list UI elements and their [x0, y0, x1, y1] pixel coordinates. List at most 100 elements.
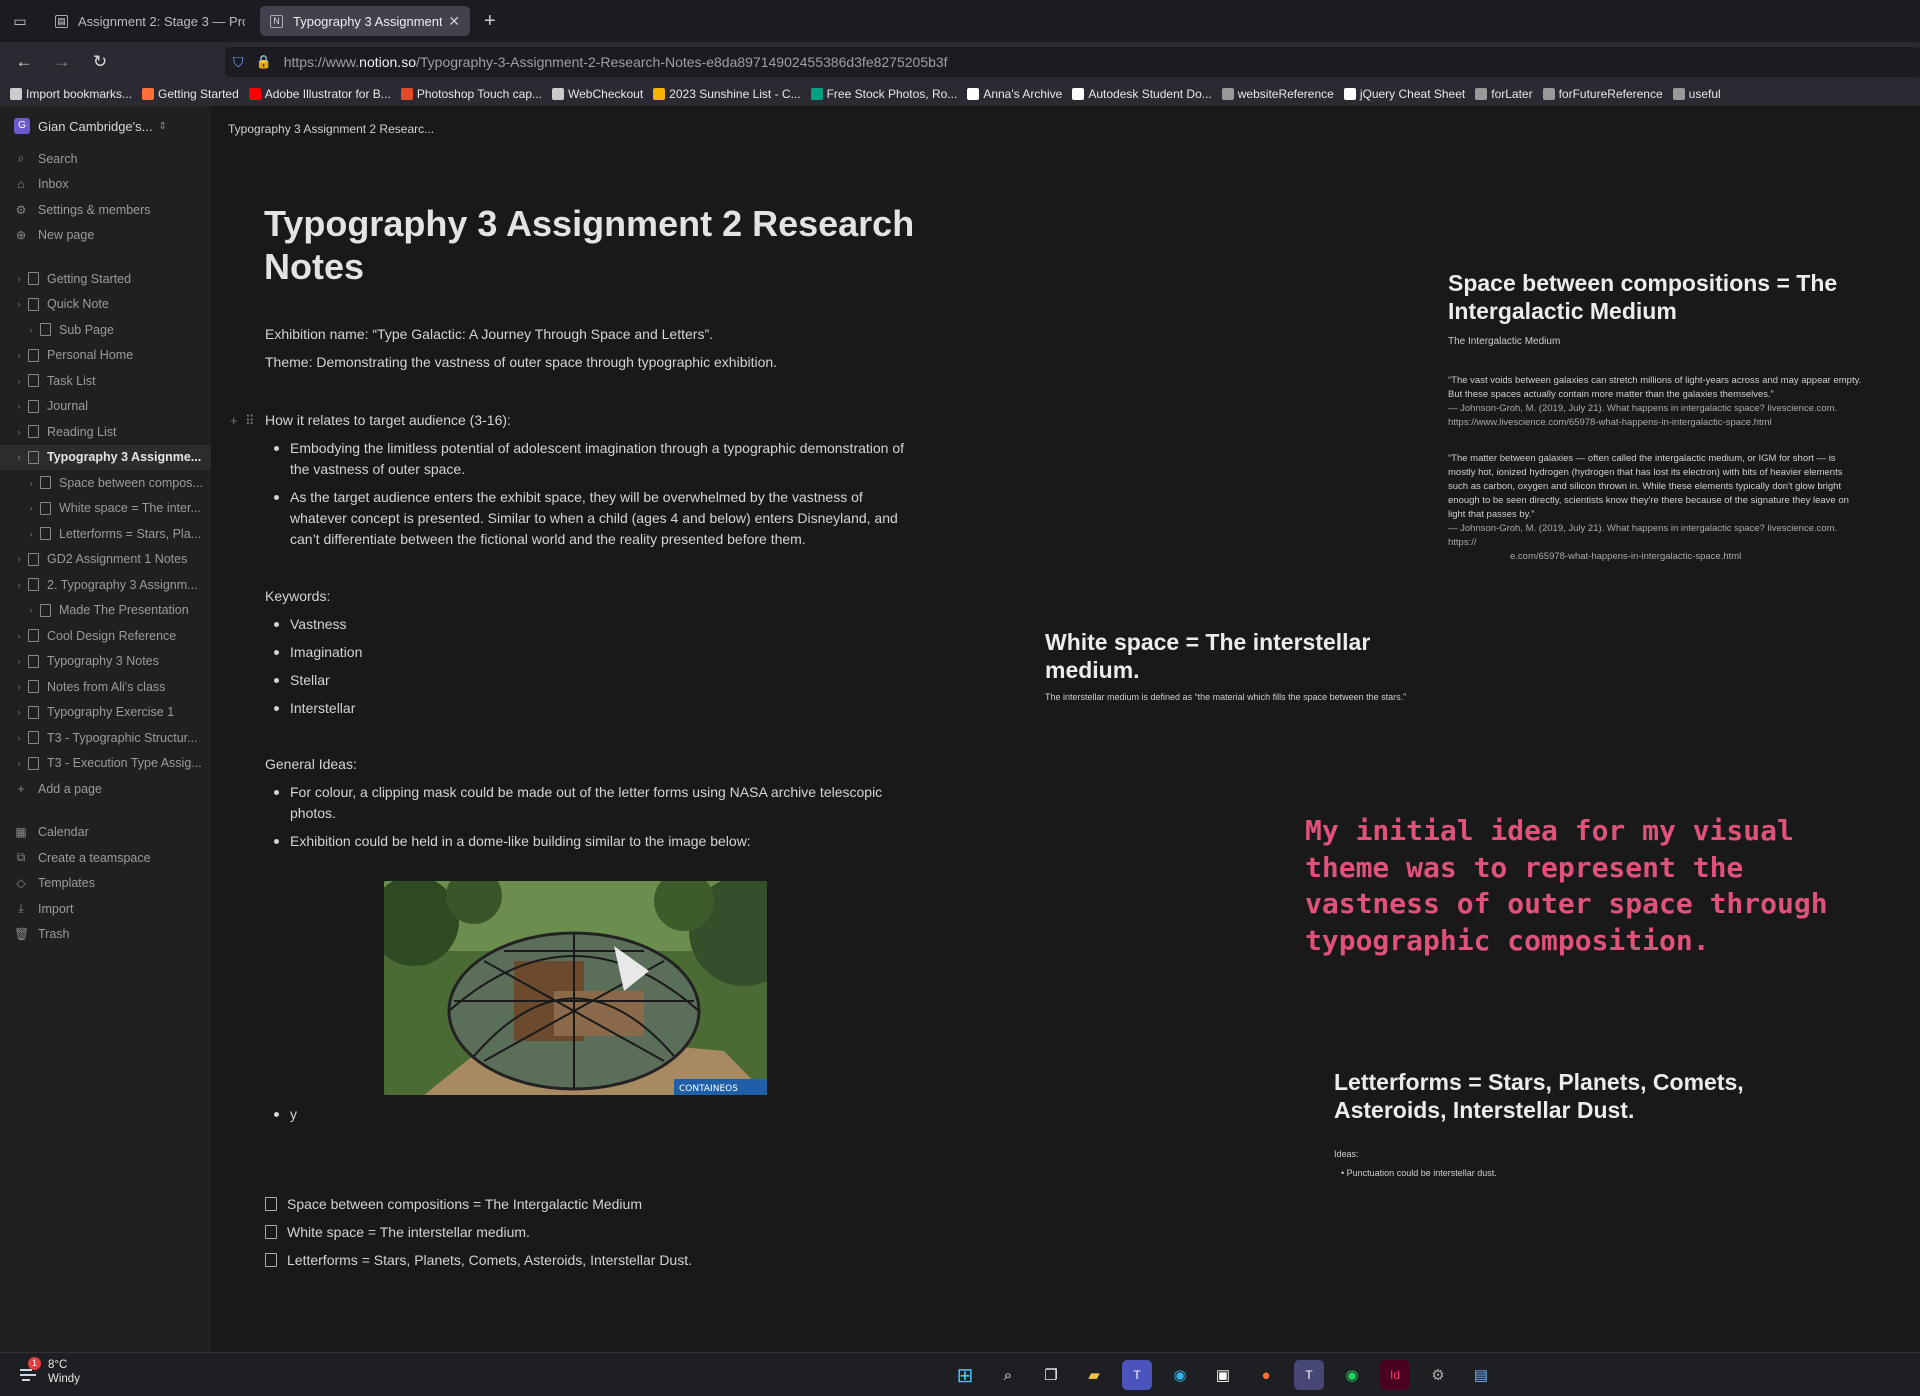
- bookmark-item[interactable]: Import bookmarks...: [10, 87, 132, 101]
- exhibition-name[interactable]: Exhibition name: “Type Galactic: A Journ…: [265, 324, 905, 345]
- sidebar-item-inbox[interactable]: ⌂ Inbox: [0, 172, 211, 198]
- sidebar-page-item[interactable]: › Journal: [0, 394, 211, 420]
- sidebar-item-settings-members[interactable]: ⚙ Settings & members: [0, 197, 211, 223]
- chevron-right-icon[interactable]: ›: [14, 350, 24, 360]
- chevron-right-icon[interactable]: ›: [14, 707, 24, 717]
- bookmark-item[interactable]: useful: [1672, 87, 1721, 101]
- sidebar-page-item[interactable]: › GD2 Assignment 1 Notes: [0, 547, 211, 573]
- list-item[interactable]: For colour, a clipping mask could be mad…: [265, 782, 905, 824]
- sidebar-item-calendar[interactable]: ▦ Calendar: [0, 820, 211, 846]
- chevron-right-icon[interactable]: ›: [14, 274, 24, 284]
- drag-handle-icon[interactable]: ⠿: [245, 410, 255, 431]
- notepad-icon[interactable]: ▤: [1466, 1360, 1496, 1390]
- edge-icon[interactable]: ◉: [1165, 1360, 1195, 1390]
- chevron-right-icon[interactable]: ›: [14, 682, 24, 692]
- sidebar-page-item[interactable]: › Getting Started: [0, 266, 211, 292]
- list-item[interactable]: Embodying the limitless potential of ado…: [265, 438, 905, 480]
- intergalactic-quote-1[interactable]: “The vast voids between galaxies can str…: [1448, 374, 1862, 430]
- list-item[interactable]: As the target audience enters the exhibi…: [265, 487, 905, 550]
- store-icon[interactable]: ▣: [1208, 1360, 1238, 1390]
- sidebar-page-item[interactable]: › Typography 3 Notes: [0, 649, 211, 675]
- bookmark-item[interactable]: WebCheckout: [552, 87, 643, 101]
- spotify-icon[interactable]: ◉: [1337, 1360, 1367, 1390]
- chevron-right-icon[interactable]: ›: [14, 733, 24, 743]
- close-tab-icon[interactable]: ✕: [448, 13, 460, 30]
- chevron-right-icon[interactable]: ›: [14, 758, 24, 768]
- bookmark-item[interactable]: Anna's Archive: [967, 87, 1062, 101]
- sidebar-page-item[interactable]: › Reading List: [0, 419, 211, 445]
- task-view-icon[interactable]: ❐: [1036, 1360, 1066, 1390]
- sidebar-page-item[interactable]: › T3 - Execution Type Assig...: [0, 751, 211, 777]
- list-item[interactable]: y: [265, 1104, 905, 1125]
- subpage-link[interactable]: Space between compositions = The Interga…: [265, 1190, 905, 1218]
- sidebar-page-item[interactable]: › 2. Typography 3 Assignm...: [0, 572, 211, 598]
- ideas-block[interactable]: General Ideas: For colour, a clipping ma…: [265, 754, 905, 859]
- sidebar-page-item[interactable]: › Typography Exercise 1: [0, 700, 211, 726]
- sidebar-item-templates[interactable]: ◇ Templates: [0, 871, 211, 897]
- chevron-right-icon[interactable]: ›: [14, 299, 24, 309]
- weather-widget[interactable]: 1 8°C Windy: [18, 1357, 80, 1386]
- list-item[interactable]: Interstellar: [265, 698, 905, 719]
- add-block-icon[interactable]: +: [230, 410, 238, 431]
- audience-block[interactable]: + ⠿ How it relates to target audience (3…: [230, 410, 905, 557]
- quote-citation-link[interactable]: e.com/65978-what-happens-in-intergalacti…: [1448, 550, 1862, 564]
- breadcrumb[interactable]: Typography 3 Assignment 2 Researc...: [228, 122, 434, 136]
- chevron-right-icon[interactable]: ›: [14, 656, 24, 666]
- chevron-right-icon[interactable]: ›: [14, 554, 24, 564]
- url-field[interactable]: ⛉ 🔒 https://www. notion.so/Typography-3-A…: [225, 47, 1920, 77]
- chevron-right-icon[interactable]: ›: [26, 503, 36, 513]
- chevron-right-icon[interactable]: ›: [26, 325, 36, 335]
- chevron-right-icon[interactable]: ›: [26, 529, 36, 539]
- letterforms-ideas-label[interactable]: Ideas:: [1334, 1147, 1359, 1161]
- keywords-block[interactable]: Keywords: Vastness Imagination Stellar Inte…: [265, 586, 905, 726]
- chevron-right-icon[interactable]: ›: [14, 631, 24, 641]
- intergalactic-heading[interactable]: Space between compositions = The Interga…: [1448, 269, 1868, 325]
- search-icon[interactable]: ⌕: [993, 1360, 1023, 1390]
- keywords-heading[interactable]: Keywords:: [265, 586, 905, 607]
- bookmark-item[interactable]: forLater: [1475, 87, 1533, 101]
- sidebar-page-item[interactable]: › T3 - Typographic Structur...: [0, 725, 211, 751]
- browser-tab-assignment[interactable]: ▤ Assignment 2: Stage 3 — Proce: [45, 6, 255, 36]
- chevron-right-icon[interactable]: ›: [14, 452, 24, 462]
- initial-idea-note[interactable]: My initial idea for my visual theme was …: [1305, 813, 1865, 959]
- sidebar-page-item[interactable]: › Task List: [0, 368, 211, 394]
- windows-start-icon[interactable]: ⊞: [950, 1360, 980, 1390]
- dome-building-image[interactable]: CONTAINEOS: [384, 881, 767, 1095]
- list-item[interactable]: Exhibition could be held in a dome-like …: [265, 831, 905, 852]
- workspace-switcher[interactable]: G Gian Cambridge's... ⇕: [0, 106, 211, 146]
- sidebar-page-item[interactable]: › Letterforms = Stars, Pla...: [0, 521, 211, 547]
- bookmark-item[interactable]: Autodesk Student Do...: [1072, 87, 1212, 101]
- tracking-shield-icon[interactable]: ⛉: [233, 54, 244, 71]
- bookmark-item[interactable]: Photoshop Touch cap...: [400, 87, 542, 101]
- subpage-link[interactable]: White space = The interstellar medium.: [265, 1218, 905, 1246]
- sidebar-page-item[interactable]: › Typography 3 Assignme...: [0, 444, 211, 470]
- sidebar-page-item[interactable]: › Made The Presentation: [0, 598, 211, 624]
- bookmark-item[interactable]: Adobe Illustrator for B...: [248, 87, 391, 101]
- subpage-link[interactable]: Letterforms = Stars, Planets, Comets, As…: [265, 1246, 905, 1274]
- new-tab-button[interactable]: +: [484, 10, 496, 33]
- chevron-right-icon[interactable]: ›: [26, 478, 36, 488]
- sidebar-page-item[interactable]: › Notes from Ali's class: [0, 674, 211, 700]
- intergalactic-quote-2[interactable]: “The matter between galaxies — often cal…: [1448, 452, 1862, 564]
- forward-button[interactable]: →: [48, 52, 76, 72]
- intergalactic-caption[interactable]: The Intergalactic Medium: [1448, 335, 1560, 349]
- firefox-icon[interactable]: ●: [1251, 1360, 1281, 1390]
- whitespace-caption[interactable]: The interstellar medium is defined as “t…: [1045, 690, 1465, 704]
- exhibition-block[interactable]: Exhibition name: “Type Galactic: A Journ…: [265, 324, 905, 373]
- bookmark-item[interactable]: jQuery Cheat Sheet: [1343, 87, 1465, 101]
- whitespace-heading[interactable]: White space = The interstellar medium.: [1045, 628, 1425, 684]
- bookmark-item[interactable]: Getting Started: [142, 87, 239, 101]
- back-button[interactable]: ←: [10, 52, 38, 72]
- sidebar-item-create-a-teamspace[interactable]: ⧉ Create a teamspace: [0, 845, 211, 871]
- letterforms-heading[interactable]: Letterforms = Stars, Planets, Comets, As…: [1334, 1068, 1804, 1124]
- ideas-heading[interactable]: General Ideas:: [265, 754, 905, 775]
- bookmark-item[interactable]: 2023 Sunshine List - C...: [653, 87, 801, 101]
- reload-button[interactable]: ↻: [86, 52, 114, 72]
- list-item[interactable]: Imagination: [265, 642, 905, 663]
- chevron-right-icon[interactable]: ›: [14, 580, 24, 590]
- browser-tab-notion[interactable]: N Typography 3 Assignment 2 Re ✕: [260, 6, 470, 36]
- tab-list-icon[interactable]: ▭: [0, 0, 40, 42]
- sidebar-item-search[interactable]: ⌕ Search: [0, 146, 211, 172]
- sidebar-item-new-page[interactable]: ⊕ New page: [0, 223, 211, 249]
- bookmark-item[interactable]: websiteReference: [1221, 87, 1334, 101]
